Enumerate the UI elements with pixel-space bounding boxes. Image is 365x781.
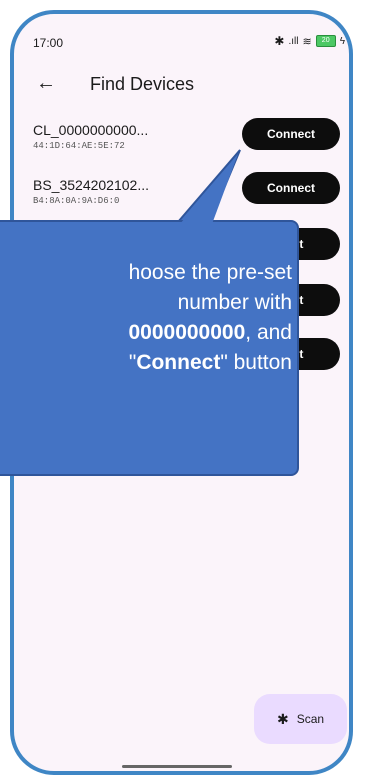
callout-line: hoose the pre-set [128, 261, 292, 284]
callout-pointer-fill [180, 154, 238, 224]
bluetooth-scan-icon: ✱ [276, 710, 289, 727]
scan-button[interactable]: ✱ Scan [254, 694, 347, 744]
callout-bold-text: 0000000000 [128, 321, 246, 344]
home-indicator [122, 765, 232, 768]
scan-label: Scan [296, 712, 325, 726]
callout-line: 0000000000, and [0, 318, 292, 348]
callout-line: number with [177, 291, 292, 314]
callout-bold-text: Connect [136, 351, 221, 374]
callout-text-rest: " button [220, 351, 292, 374]
callout-text: hoose the pre-set number with 0000000000… [0, 258, 292, 378]
callout-text-rest: , and [245, 321, 292, 344]
callout-line: "Connect" button [0, 348, 292, 378]
